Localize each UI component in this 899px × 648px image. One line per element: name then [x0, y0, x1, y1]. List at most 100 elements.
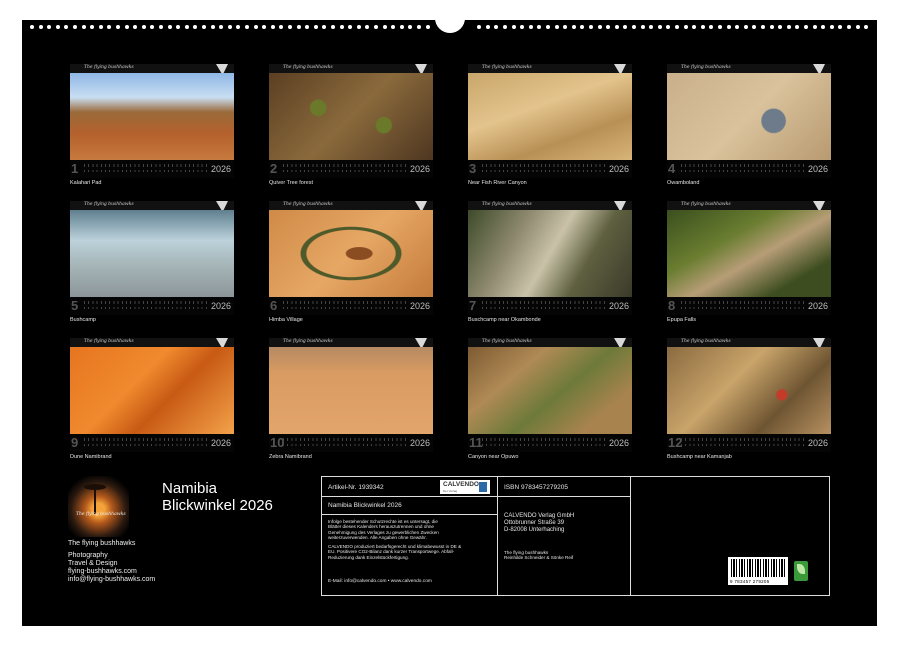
spiral-hole [563, 25, 568, 29]
info-box-article: Artikel-Nr. 1939342 CALVENDO Der Verlag … [321, 476, 498, 596]
date-strip: 10 2026 [269, 434, 433, 452]
author-logo: The flying bushhawks [68, 476, 129, 537]
month-thumbnail: The flying bushhawks 11 2026 Canyon near Op… [468, 338, 632, 460]
spiral-hole [485, 25, 490, 29]
spiral-hole [838, 25, 843, 29]
month-number: 5 [71, 298, 79, 313]
month-caption: Quiver Tree forest [269, 180, 314, 186]
spiral-hole [571, 25, 576, 29]
spiral-hole [159, 25, 163, 29]
spiral-hole [73, 25, 77, 29]
month-caption: Canyon near Opuwo [468, 454, 519, 460]
month-year: 2026 [409, 301, 430, 311]
thumb-header: The flying bushhawks [468, 64, 632, 75]
spiral-hole [417, 25, 421, 29]
calendar-back-sheet: The flying bushhawks 1 2026 Kalahari Pad The… [22, 18, 877, 626]
spiral-hole [537, 25, 542, 29]
month-photo [70, 347, 234, 434]
month-thumbnail: The flying bushhawks 5 2026 Bushcamp [70, 201, 234, 323]
spiral-hole [812, 25, 817, 29]
month-photo [269, 73, 433, 160]
date-strip: 3 2026 [468, 160, 632, 178]
publisher-address: CALVENDO Verlag GmbH Ottobrunner Straße 3… [504, 513, 575, 533]
calendar-name: Namibia Blickwinkel 2026 [328, 502, 402, 509]
spiral-hole [90, 25, 95, 29]
spiral-hole [288, 25, 292, 29]
month-caption: Zebra Namibrand [269, 454, 312, 460]
day-grid [482, 438, 608, 448]
spiral-hole [657, 25, 662, 29]
month-number: 1 [71, 161, 79, 176]
month-year: 2026 [210, 164, 231, 174]
month-photo [269, 347, 433, 434]
month-caption: Buschcamp near Okambonde [468, 317, 541, 323]
spiral-hole [296, 25, 301, 29]
month-year: 2026 [807, 164, 828, 174]
spiral-hole [778, 25, 783, 29]
month-number: 3 [469, 161, 477, 176]
day-grid [84, 438, 210, 448]
month-year: 2026 [608, 438, 629, 448]
month-photo [269, 210, 433, 297]
spiral-hole [116, 25, 120, 29]
calendar-title: Namibia Blickwinkel 2026 [162, 480, 273, 514]
month-thumbnail: The flying bushhawks 3 2026 Near Fish River… [468, 64, 632, 186]
spiral-hole [133, 25, 138, 29]
spiral-hole [675, 25, 679, 29]
spiral-hole [726, 25, 731, 29]
thumb-header: The flying bushhawks [70, 338, 234, 349]
spiral-hole [623, 25, 628, 29]
month-caption: Kalahari Pad [70, 180, 102, 186]
spiral-hole [735, 25, 740, 29]
brand-label: The flying bushhawks [482, 65, 532, 70]
spiral-hole [528, 25, 533, 29]
legal-text-2: CALVENDO produziert bedarfsgerecht und k… [328, 544, 462, 560]
thumb-header: The flying bushhawks [468, 201, 632, 212]
month-caption: Bushcamp near Kamanjab [667, 454, 732, 460]
spiral-hole [219, 25, 224, 29]
author-line: Photography [68, 552, 108, 559]
spiral-hole [554, 25, 559, 29]
spiral-hole [718, 25, 722, 29]
spiral-hole [374, 25, 378, 29]
brand-label: The flying bushhawks [681, 65, 731, 70]
spiral-hole [331, 25, 335, 29]
month-thumbnail: The flying bushhawks 9 2026 Dune Namibrand [70, 338, 234, 460]
calvendo-logo-icon [479, 482, 487, 492]
spiral-hole [606, 25, 611, 29]
thumb-header: The flying bushhawks [667, 64, 831, 75]
month-caption: Bushcamp [70, 317, 96, 323]
spiral-hole [511, 25, 516, 29]
author-line: Travel & Design [68, 560, 118, 567]
month-year: 2026 [608, 164, 629, 174]
brand-label: The flying bushhawks [482, 339, 532, 344]
month-year: 2026 [807, 301, 828, 311]
calvendo-badge: CALVENDO Der Verlag [440, 480, 490, 494]
brand-label: The flying bushhawks [283, 339, 333, 344]
month-thumbnail: The flying bushhawks 7 2026 Buschcamp near … [468, 201, 632, 323]
logo-text: The flying bushhawks [76, 512, 126, 517]
spiral-hole [640, 25, 645, 29]
spiral-hole [597, 25, 602, 29]
legal-text-1: Infolge bestehender Schutzrechte ist es … [328, 519, 439, 541]
month-photo [70, 210, 234, 297]
spiral-hole [348, 25, 353, 29]
day-grid [681, 301, 807, 311]
month-photo [468, 73, 632, 160]
date-strip: 11 2026 [468, 434, 632, 452]
spiral-hole [520, 25, 525, 29]
day-grid [84, 301, 210, 311]
spiral-hole [649, 25, 654, 29]
thumb-header: The flying bushhawks [269, 338, 433, 349]
spiral-hole [176, 25, 181, 29]
month-number: 9 [71, 435, 79, 450]
spiral-hole [313, 25, 318, 29]
month-year: 2026 [608, 301, 629, 311]
spiral-hole [253, 25, 258, 29]
eco-leaf-icon [794, 561, 808, 581]
thumb-header: The flying bushhawks [667, 338, 831, 349]
date-strip: 8 2026 [667, 297, 831, 315]
spiral-hole [227, 25, 232, 29]
month-photo [468, 347, 632, 434]
spiral-hole [202, 25, 206, 29]
